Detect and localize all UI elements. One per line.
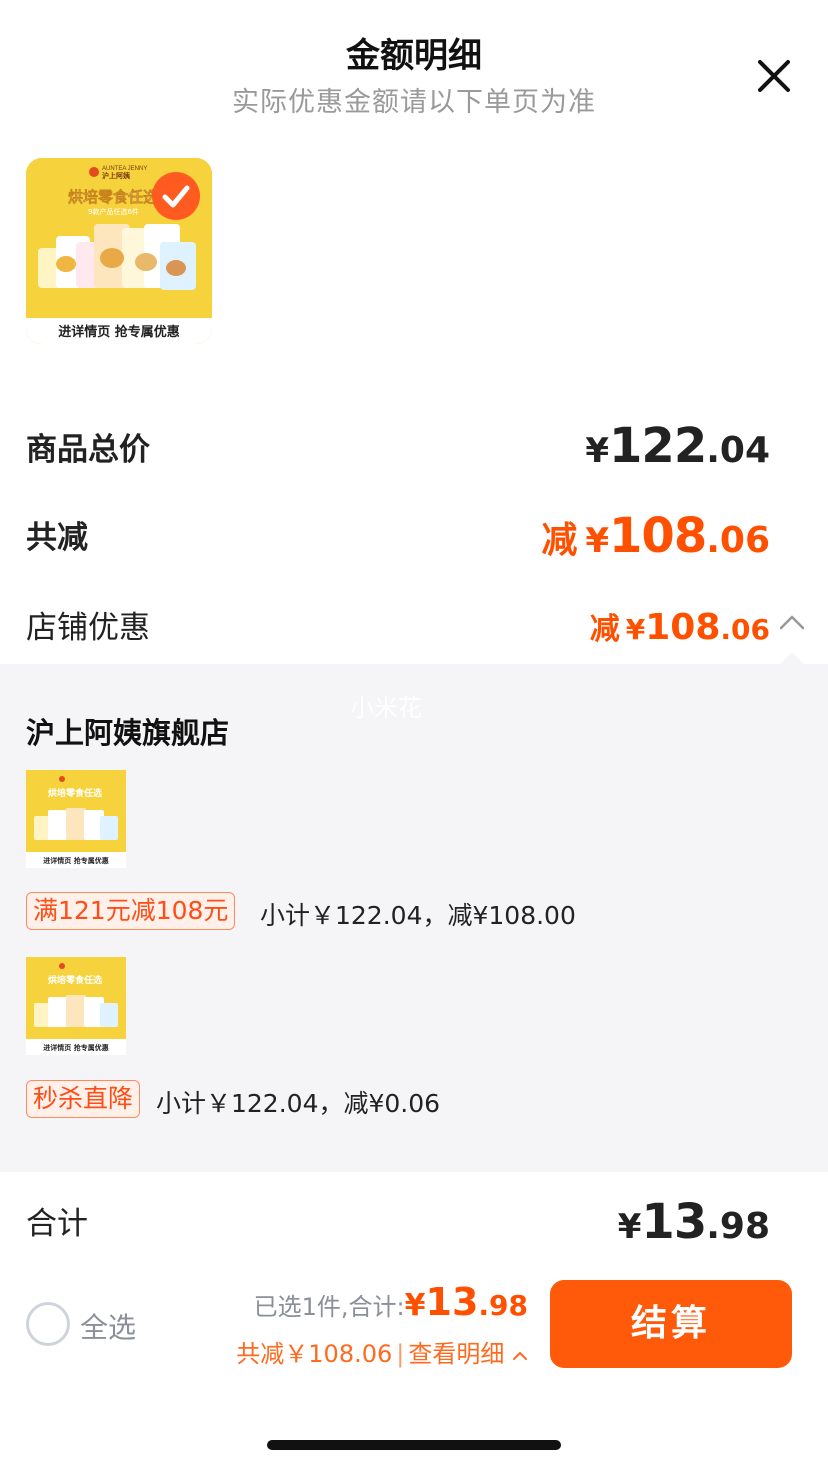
checkout-button[interactable]: 结算 bbox=[550, 1280, 792, 1368]
separator: | bbox=[396, 1340, 405, 1368]
store-discount-label: 店铺优惠 bbox=[26, 610, 150, 646]
watermark: 小米花 bbox=[350, 694, 422, 722]
chevron-up-icon bbox=[513, 1352, 527, 1360]
brand-text: AUNTEA JENNY bbox=[102, 166, 147, 172]
select-all-label[interactable]: 全选 bbox=[80, 1306, 136, 1346]
thumbnail-artwork: 烘培零食任选 进详情页 抢专属优惠 bbox=[26, 957, 126, 1055]
thumbnail-artwork: 烘培零食任选 进详情页 抢专属优惠 bbox=[26, 770, 126, 868]
selected-summary: 已选1件,合计:¥13.98 bbox=[253, 1280, 528, 1324]
svg-text:沪上阿姨: 沪上阿姨 bbox=[102, 171, 131, 180]
close-icon bbox=[758, 60, 790, 92]
selected-check-badge[interactable] bbox=[152, 172, 200, 220]
panel-pointer bbox=[780, 652, 804, 664]
promo-tag-full-reduction: 满121元减108元 bbox=[26, 892, 236, 930]
svg-text:烘培零食任选: 烘培零食任选 bbox=[48, 787, 102, 799]
check-icon bbox=[162, 185, 190, 208]
svg-text:进详情页 抢专属优惠: 进详情页 抢专属优惠 bbox=[43, 1043, 108, 1052]
total-value: ¥13.98 bbox=[617, 1194, 770, 1250]
goods-total-label: 商品总价 bbox=[26, 432, 150, 468]
product-image[interactable]: AUNTEA JENNY 沪上阿姨 烘培零食任选 9款产品任选6件 进详情页 抢… bbox=[26, 158, 212, 344]
total-label: 合计 bbox=[26, 1206, 88, 1242]
total-discount-label: 共减 bbox=[26, 520, 88, 556]
view-detail-link[interactable]: 共减￥108.06 | 查看明细 bbox=[236, 1334, 528, 1369]
image-caption: 进详情页 抢专属优惠 bbox=[58, 324, 180, 340]
svg-text:烘培零食任选: 烘培零食任选 bbox=[68, 188, 158, 206]
home-indicator[interactable] bbox=[267, 1440, 561, 1450]
item-thumbnail[interactable]: 烘培零食任选 进详情页 抢专属优惠 bbox=[26, 957, 126, 1055]
promo-tag-flash-sale: 秒杀直降 bbox=[26, 1080, 141, 1118]
discount-summary-text: 共减￥108.06 bbox=[236, 1340, 393, 1368]
svg-text:9款产品任选6件: 9款产品任选6件 bbox=[88, 207, 139, 216]
svg-text:进详情页 抢专属优惠: 进详情页 抢专属优惠 bbox=[43, 856, 108, 865]
svg-text:烘培零食任选: 烘培零食任选 bbox=[48, 974, 102, 986]
close-button[interactable] bbox=[752, 54, 796, 98]
store-discount-value[interactable]: 减 ¥108.06 bbox=[590, 604, 770, 648]
item-thumbnail[interactable]: 烘培零食任选 进详情页 抢专属优惠 bbox=[26, 770, 126, 868]
page-subtitle: 实际优惠金额请以下单页为准 bbox=[232, 87, 596, 118]
total-discount-value: 减 ¥108.06 bbox=[541, 508, 770, 564]
detail-link-text: 查看明细 bbox=[408, 1340, 505, 1368]
goods-total-value: ¥122.04 bbox=[585, 418, 770, 474]
store-name: 沪上阿姨旗舰店 bbox=[26, 716, 230, 750]
page-title: 金额明细 bbox=[346, 36, 482, 76]
select-all-radio[interactable] bbox=[26, 1302, 70, 1346]
chevron-up-icon[interactable] bbox=[778, 612, 806, 632]
promo-subtotal-text: 小计￥122.04，减¥108.00 bbox=[260, 901, 576, 930]
promo-subtotal-text: 小计￥122.04，减¥0.06 bbox=[156, 1089, 441, 1118]
